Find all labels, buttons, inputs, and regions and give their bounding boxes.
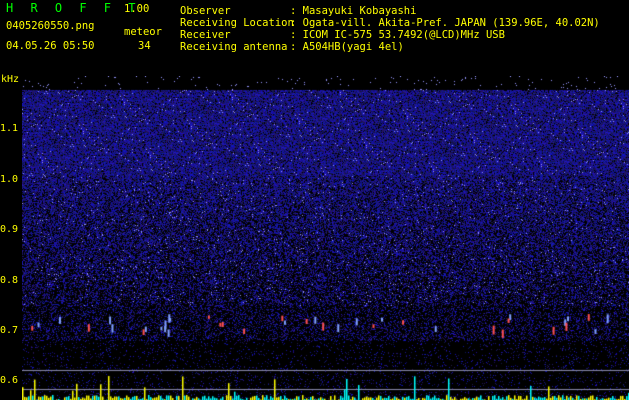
freq-tick-0.8: 0.8 [0, 275, 19, 286]
info-observer-key: Observer [180, 5, 231, 17]
info-antenna-key: Receiving antenna [180, 41, 288, 53]
freq-tick-0.9: 0.9 [0, 224, 19, 235]
info-receiver-key: Receiver [180, 29, 231, 41]
info-observer-value: : Masayuki Kobayashi [290, 5, 417, 17]
app-version: 1.00 [124, 3, 150, 15]
freq-tick-1.0: 1.0 [0, 174, 19, 185]
spectrogram-canvas [22, 76, 629, 400]
meteor-label: meteor [124, 26, 162, 38]
file-datetime: 04.05.26 05:50 [6, 40, 95, 52]
y-axis-unit: kHz [1, 74, 20, 85]
meteor-count: 34 [138, 40, 151, 52]
app-title: H R O F F T [6, 1, 141, 15]
freq-tick-0.7: 0.7 [0, 325, 19, 336]
info-receiver-value: : ICOM IC-575 53.7492(@LCD)MHz USB [290, 29, 505, 41]
freq-tick-0.6: 0.6 [0, 375, 19, 386]
info-location-key: Receiving Location [180, 17, 294, 29]
info-antenna-value: : A504HB(yagi 4el) [290, 41, 404, 53]
file-name: 0405260550.png [6, 20, 95, 32]
info-location-value: : Ogata-vill. Akita-Pref. JAPAN (139.96E… [290, 17, 600, 29]
freq-tick-1.1: 1.1 [0, 123, 19, 134]
